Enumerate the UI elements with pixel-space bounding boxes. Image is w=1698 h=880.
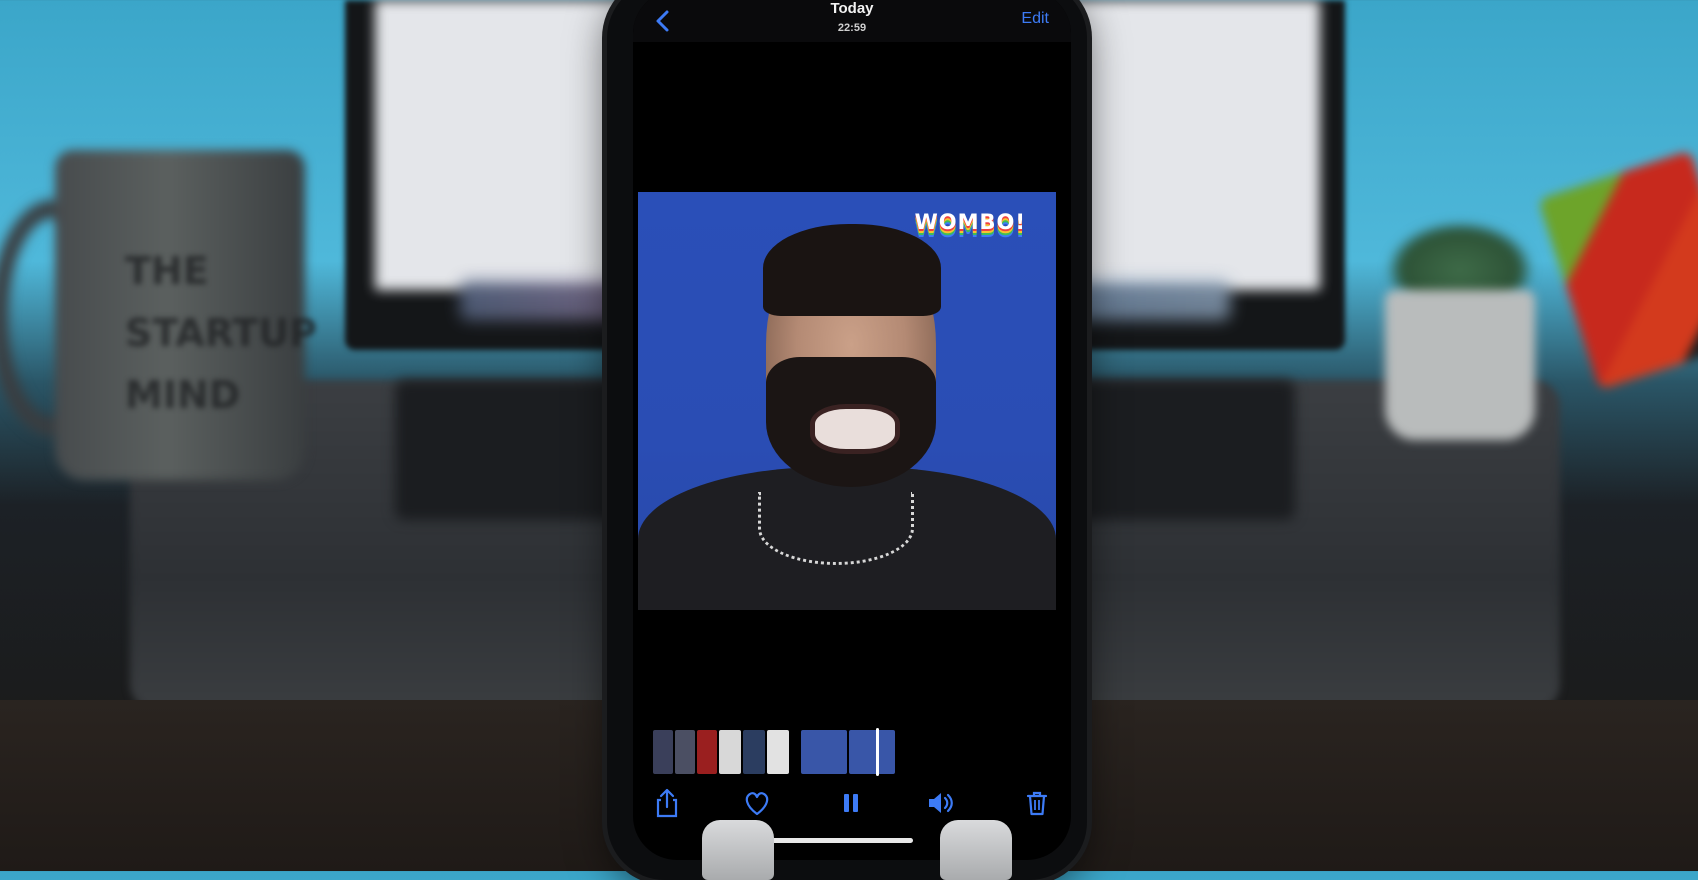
heart-icon: [745, 792, 769, 816]
filmstrip-thumb: [697, 730, 717, 774]
pause-icon: [844, 794, 858, 812]
photo-time: 22:59: [837, 22, 867, 34]
person-chain: [758, 492, 914, 565]
video-player[interactable]: WOMBO!: [638, 192, 1056, 610]
filmstrip-thumb: [767, 730, 789, 774]
filmstrip-thumb: [653, 730, 673, 774]
edit-button[interactable]: Edit: [1021, 10, 1049, 28]
pause-button[interactable]: [833, 785, 869, 821]
plant-pot: [1385, 290, 1535, 440]
phone-screen: Today 22:59 Edit WOMBO!: [633, 0, 1071, 860]
video-filmstrip[interactable]: [653, 728, 1053, 776]
mug-text: THE STARTUP MIND: [125, 249, 317, 417]
rubiks-cube: [1538, 150, 1698, 390]
filmstrip-thumb: [675, 730, 695, 774]
person-hair: [763, 224, 941, 316]
page-title: Today: [830, 0, 874, 17]
speaker-icon: [929, 793, 953, 813]
filmstrip-thumb: [801, 730, 847, 774]
filmstrip-playhead[interactable]: [876, 728, 879, 776]
bottom-toolbar: [633, 785, 1071, 825]
watermark-logo: WOMBO!: [914, 210, 1026, 234]
delete-button[interactable]: [1019, 785, 1055, 821]
phone-stand-clip-right: [940, 820, 1012, 880]
filmstrip-thumb: [743, 730, 765, 774]
phone-stand-clip-left: [702, 820, 774, 880]
trash-icon: [1026, 791, 1048, 816]
filmstrip-thumb: [719, 730, 741, 774]
filmstrip-thumb: [849, 730, 895, 774]
person-mouth: [810, 404, 900, 454]
home-indicator[interactable]: [763, 838, 913, 843]
share-icon: [656, 788, 678, 818]
share-button[interactable]: [649, 785, 685, 821]
mute-button[interactable]: [923, 785, 959, 821]
nav-bar: Today 22:59 Edit: [633, 0, 1071, 42]
favorite-button[interactable]: [739, 785, 775, 821]
